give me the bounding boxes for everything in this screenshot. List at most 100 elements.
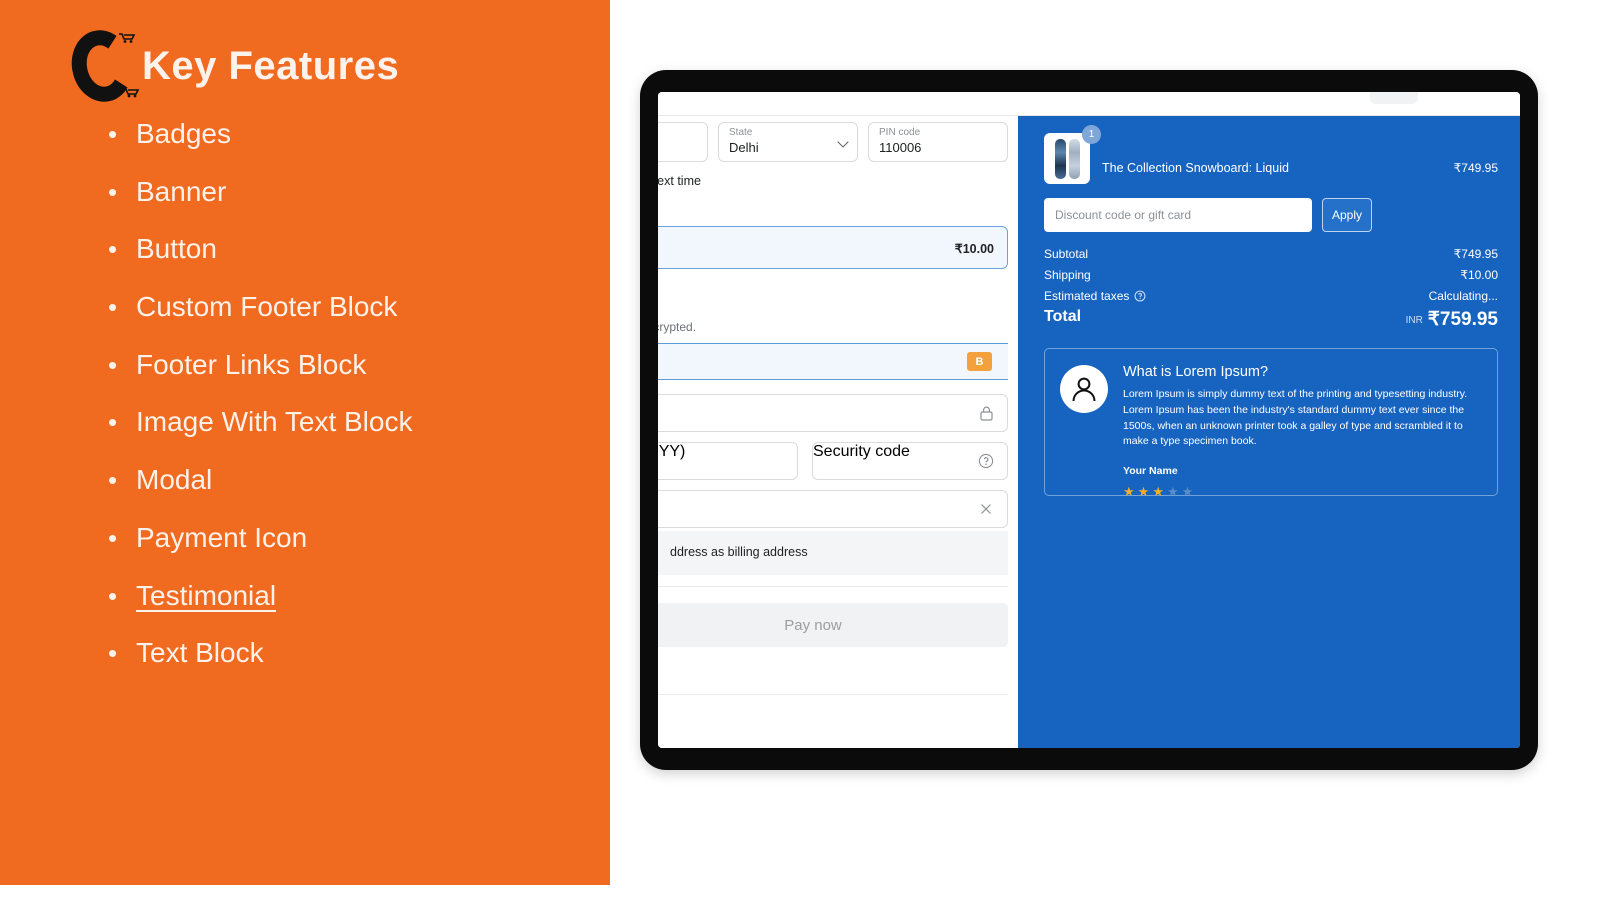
c-cart-logo-icon	[65, 24, 140, 108]
feature-label: Testimonial	[136, 579, 277, 611]
list-item[interactable]: • Custom Footer Block	[108, 291, 608, 323]
page-title: Key Features	[142, 43, 400, 88]
snowboard-thumbnail-icon	[1044, 133, 1090, 184]
secure-encrypted-note: ure and encrypted.	[658, 320, 697, 334]
pin-code-field[interactable]: PIN code 110006	[868, 122, 1008, 162]
bullet-icon: •	[108, 407, 118, 438]
shipping-value: ₹10.00	[1460, 268, 1498, 282]
name-on-card-field[interactable]	[658, 490, 1008, 528]
expiry-date-field[interactable]: MM / YY)	[658, 442, 798, 480]
shipping-amount: ₹10.00	[954, 242, 994, 256]
tablet-device-frame: State Delhi PIN code 110006 ion for next…	[640, 70, 1538, 770]
shipping-label: Shipping	[1044, 268, 1091, 282]
pin-code-value: 110006	[879, 140, 922, 155]
subtotal-label: Subtotal	[1044, 247, 1089, 261]
shipping-method-option[interactable]: ₹10.00	[658, 226, 1008, 269]
cut-off-control[interactable]	[1370, 92, 1418, 104]
key-features-panel: Key Features • Badges • Banner • Button …	[0, 0, 610, 885]
card-brand-badge: B	[967, 352, 992, 371]
state-value: Delhi	[729, 140, 759, 155]
feature-label: Image With Text Block	[136, 406, 413, 438]
help-circle-icon[interactable]	[978, 453, 994, 469]
testimonial-card: What is Lorem Ipsum? Lorem Ipsum is simp…	[1044, 348, 1498, 498]
save-info-note: ion for next time	[658, 174, 701, 188]
help-circle-icon[interactable]	[1134, 290, 1146, 302]
discount-placeholder: Discount code or gift card	[1055, 208, 1192, 222]
total-currency: INR	[1405, 315, 1423, 326]
security-code-field[interactable]: Security code	[812, 442, 1008, 480]
state-select[interactable]: State Delhi	[718, 122, 858, 162]
subtotal-value: ₹749.95	[1453, 247, 1498, 261]
total-value: ₹759.95	[1427, 309, 1498, 330]
billing-address-label: ddress as billing address	[670, 545, 808, 559]
apply-discount-button[interactable]: Apply	[1322, 198, 1372, 232]
star-icon[interactable]: ★	[1182, 485, 1194, 498]
tablet-screen: State Delhi PIN code 110006 ion for next…	[658, 92, 1520, 748]
feature-label: Footer Links Block	[136, 348, 367, 380]
total-label: Total	[1044, 308, 1082, 325]
star-rating[interactable]: ★ ★ ★ ★ ★	[1123, 485, 1193, 498]
close-x-icon[interactable]	[979, 502, 993, 516]
list-item[interactable]: • Image With Text Block	[108, 406, 608, 438]
list-item[interactable]: • Banner	[108, 176, 608, 208]
bullet-icon: •	[108, 465, 118, 496]
city-field[interactable]	[658, 122, 708, 162]
list-item-testimonial[interactable]: • Testimonial	[108, 580, 608, 612]
bullet-icon: •	[108, 522, 118, 553]
feature-label: Button	[136, 233, 217, 265]
order-line-item: 1 The Collection Snowboard: Liquid ₹749.…	[1044, 125, 1498, 189]
screen-top-bar	[658, 92, 1520, 116]
feature-label: Badges	[136, 118, 231, 149]
bullet-icon: •	[108, 349, 118, 380]
feature-label: Banner	[136, 175, 227, 207]
pay-now-button[interactable]: Pay now	[658, 603, 1008, 647]
list-item[interactable]: • Badges	[108, 118, 608, 150]
checkout-form: State Delhi PIN code 110006 ion for next…	[658, 116, 1016, 748]
bullet-icon: •	[108, 119, 118, 149]
expiry-placeholder: MM / YY)	[658, 443, 686, 460]
state-label: State	[729, 127, 753, 138]
divider	[658, 586, 1008, 587]
lock-icon	[980, 406, 993, 421]
list-item[interactable]: • Modal	[108, 464, 608, 496]
bullet-icon: •	[108, 638, 118, 669]
divider	[658, 694, 1008, 695]
discount-code-input[interactable]: Discount code or gift card	[1044, 198, 1312, 232]
testimonial-body: Lorem Ipsum is simply dummy text of the …	[1123, 388, 1468, 448]
quantity-badge: 1	[1082, 125, 1101, 144]
card-number-field[interactable]	[658, 394, 1008, 432]
shipping-row: Shipping ₹10.00	[1044, 268, 1498, 282]
estimated-taxes-row: Estimated taxes Calculating...	[1044, 289, 1498, 303]
list-item[interactable]: • Footer Links Block	[108, 349, 608, 381]
estimated-taxes-value: Calculating...	[1428, 289, 1498, 303]
billing-address-checkbox-row[interactable]: ddress as billing address	[658, 531, 1008, 575]
star-icon[interactable]: ★	[1138, 485, 1150, 498]
product-name: The Collection Snowboard: Liquid	[1102, 161, 1289, 175]
star-icon[interactable]: ★	[1152, 485, 1164, 498]
feature-label: Text Block	[136, 637, 264, 669]
product-price: ₹749.95	[1453, 161, 1498, 175]
brand-row: Key Features	[65, 24, 400, 108]
cart-bottom-icon	[123, 88, 140, 98]
order-summary-panel: 1 The Collection Snowboard: Liquid ₹749.…	[1018, 116, 1520, 748]
bullet-icon: •	[108, 292, 118, 323]
feature-list: • Badges • Banner • Button • Custom Foot…	[108, 118, 608, 695]
feature-label: Modal	[136, 464, 213, 496]
star-icon[interactable]: ★	[1123, 485, 1135, 498]
security-code-placeholder: Security code	[813, 443, 910, 460]
user-avatar-icon	[1060, 365, 1108, 413]
testimonial-author: Your Name	[1123, 465, 1178, 477]
estimated-taxes-label: Estimated taxes	[1044, 289, 1130, 303]
list-item[interactable]: • Button	[108, 233, 608, 265]
list-item[interactable]: • Text Block	[108, 637, 608, 669]
cart-top-icon	[119, 33, 136, 43]
chevron-down-icon	[837, 136, 849, 148]
list-item[interactable]: • Payment Icon	[108, 522, 608, 554]
feature-label: Payment Icon	[136, 521, 308, 553]
bullet-icon: •	[108, 234, 118, 265]
order-total-row: Total INR ₹759.95	[1044, 308, 1498, 336]
card-payment-row[interactable]: B	[658, 343, 1008, 380]
star-icon[interactable]: ★	[1167, 485, 1179, 498]
subtotal-row: Subtotal ₹749.95	[1044, 247, 1498, 261]
testimonial-heading: What is Lorem Ipsum?	[1123, 364, 1269, 380]
